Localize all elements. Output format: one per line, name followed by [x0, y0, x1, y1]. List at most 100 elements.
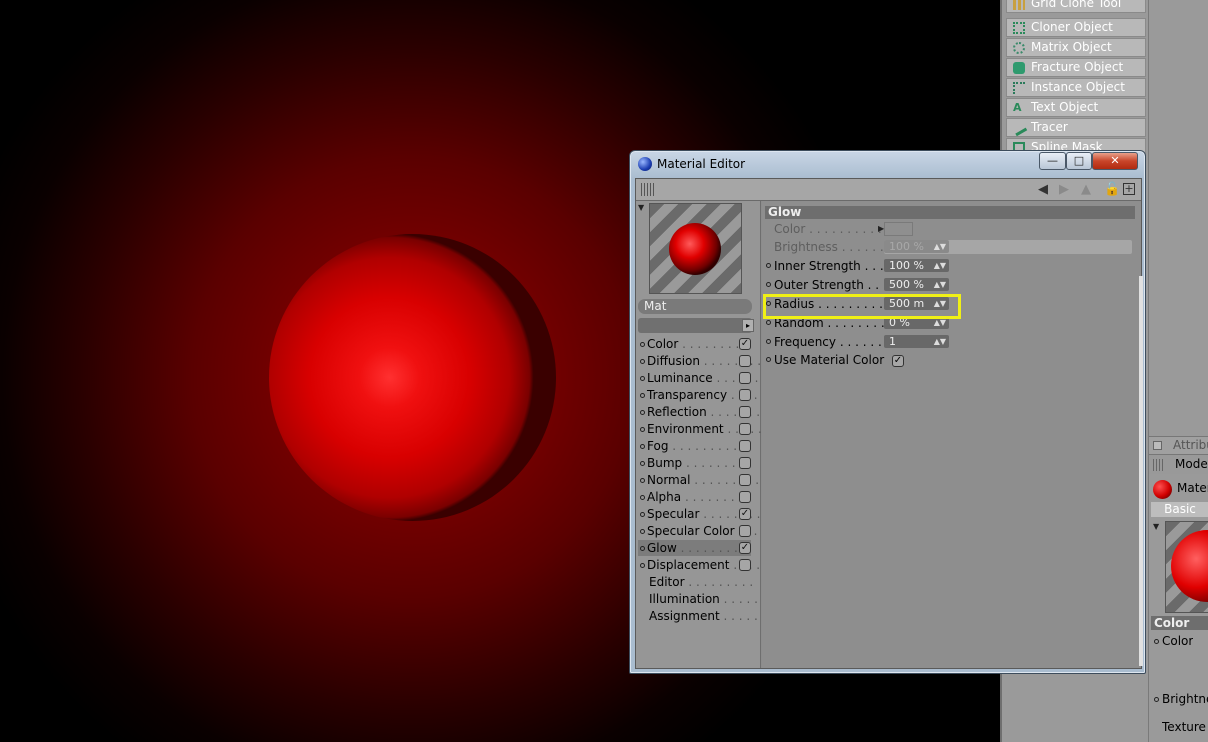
palette-item-tracer[interactable]: Tracer	[1006, 118, 1146, 137]
outer-strength-input[interactable]: 500 % ▲▼	[884, 278, 949, 291]
maximize-button[interactable]: □	[1066, 152, 1092, 170]
channel-item-assignment[interactable]: Assignment . . . . . . . . .	[638, 608, 788, 624]
channel-checkbox[interactable]	[739, 423, 751, 435]
collapse-arrow-icon[interactable]: ▼	[1153, 522, 1159, 531]
close-button[interactable]: ✕	[1092, 152, 1138, 170]
animation-dot-icon[interactable]	[766, 357, 771, 362]
palette-item-matrix-object[interactable]: Matrix Object	[1006, 38, 1146, 57]
channel-item-diffusion[interactable]: Diffusion . . . . . . . . .	[638, 353, 769, 369]
animation-dot-icon[interactable]	[766, 263, 771, 268]
animation-dot-icon[interactable]	[766, 320, 771, 325]
channel-checkbox[interactable]	[739, 525, 751, 537]
palette-item-label: Matrix Object	[1031, 40, 1112, 54]
back-arrow-icon[interactable]: ◀	[1038, 183, 1048, 197]
animation-dot-icon[interactable]	[640, 460, 645, 466]
palette-item-text-object[interactable]: A Text Object	[1006, 98, 1146, 117]
spinner-icon[interactable]: ▲▼	[934, 259, 946, 272]
scrollbar[interactable]	[1139, 276, 1143, 666]
channel-item-normal[interactable]: Normal . . . . . . . . .	[638, 472, 759, 488]
animation-dot-icon[interactable]	[640, 562, 645, 568]
channel-item-alpha[interactable]: Alpha . . . . . . . . .	[638, 489, 751, 505]
animation-dot-icon[interactable]	[640, 528, 645, 534]
channel-item-luminance[interactable]: Luminance . . . . . . . . .	[638, 370, 781, 386]
channel-checkbox[interactable]	[739, 491, 751, 503]
color-swatch[interactable]	[884, 222, 913, 236]
channel-checkbox[interactable]: ✓	[739, 508, 751, 520]
channel-item-bump[interactable]: Bump . . . . . . . . .	[638, 455, 751, 471]
property-row-color: Color . . . . . . . . . . . ▶	[766, 220, 1136, 238]
animation-dot-icon[interactable]	[766, 282, 771, 287]
material-name-field[interactable]: Mat	[638, 299, 752, 314]
property-row-outer-strength: Outer Strength . . . . . 500 % ▲▼	[766, 276, 1136, 294]
channel-item-illumination[interactable]: Illumination . . . . . . . . .	[638, 591, 788, 607]
channel-checkbox[interactable]	[739, 440, 751, 452]
spinner-icon[interactable]: ▲▼	[934, 240, 946, 253]
channel-checkbox[interactable]	[739, 355, 751, 367]
channel-label: Assignment	[649, 609, 720, 623]
spinner-icon[interactable]: ▲▼	[934, 335, 946, 348]
property-label-color: Color	[774, 222, 806, 236]
mode-menu[interactable]: Mode	[1175, 457, 1208, 471]
palette-item-instance-object[interactable]: Instance Object	[1006, 78, 1146, 97]
channel-checkbox[interactable]	[739, 389, 751, 401]
use-material-color-checkbox[interactable]: ✓	[891, 354, 904, 367]
channel-checkbox[interactable]: ✓	[739, 542, 751, 554]
channel-checkbox[interactable]	[739, 406, 751, 418]
inner-strength-input[interactable]: 100 % ▲▼	[884, 259, 949, 272]
animation-dot-icon[interactable]	[1154, 639, 1159, 644]
channel-item-environment[interactable]: Environment . . . . . . . . .	[638, 421, 792, 437]
chevron-right-icon[interactable]: ▸	[742, 319, 754, 332]
channel-item-editor[interactable]: Editor . . . . . . . . .	[638, 574, 753, 590]
channel-properties-panel: Glow Color . . . . . . . . . . . ▶ Brigh…	[762, 201, 1141, 668]
palette-item-cloner-object[interactable]: Cloner Object	[1006, 18, 1146, 37]
palette-item-label: Instance Object	[1031, 80, 1125, 94]
channel-checkbox[interactable]: ✓	[739, 338, 751, 350]
animation-dot-icon[interactable]	[640, 477, 645, 483]
material-options-bar[interactable]: ▸	[638, 318, 754, 333]
attributes-tab[interactable]: Attribu	[1173, 438, 1208, 452]
channel-item-specular-color[interactable]: Specular Color . . . . . . . . .	[638, 523, 803, 539]
up-arrow-icon[interactable]: ▲	[1081, 183, 1091, 197]
cinema4d-app-icon	[638, 157, 652, 171]
spinner-icon[interactable]: ▲▼	[934, 278, 946, 291]
animation-dot-icon[interactable]	[640, 375, 645, 381]
animation-dot-icon[interactable]	[1154, 697, 1159, 702]
animation-dot-icon[interactable]	[640, 409, 645, 415]
minimize-button[interactable]: —	[1039, 152, 1066, 170]
animation-dot-icon[interactable]	[640, 511, 645, 517]
channel-item-glow[interactable]: Glow . . . . . . . . . ✓	[638, 540, 751, 556]
animation-dot-icon[interactable]	[640, 341, 645, 347]
material-preview[interactable]	[649, 203, 742, 294]
channel-checkbox[interactable]	[739, 372, 751, 384]
channel-label: Color	[647, 337, 679, 351]
animation-dot-icon[interactable]	[640, 426, 645, 432]
channel-checkbox[interactable]	[739, 474, 751, 486]
animation-dot-icon[interactable]	[640, 443, 645, 449]
lock-icon[interactable]: 🔓	[1104, 183, 1120, 197]
channel-checkbox[interactable]	[739, 559, 751, 571]
palette-item-fracture-object[interactable]: Fracture Object	[1006, 58, 1146, 77]
channel-item-displacement[interactable]: Displacement . . . . . . . . .	[638, 557, 798, 573]
animation-dot-icon[interactable]	[640, 545, 645, 551]
animation-dot-icon[interactable]	[766, 339, 771, 344]
channel-checkbox[interactable]	[739, 457, 751, 469]
tab-basic[interactable]: Basic	[1151, 502, 1208, 517]
channel-item-color[interactable]: Color . . . . . . . . . ✓	[638, 336, 751, 352]
collapse-arrow-icon[interactable]: ▼	[638, 203, 644, 212]
new-window-icon[interactable]: +	[1123, 183, 1135, 195]
channel-item-reflection[interactable]: Reflection . . . . . . . . .	[638, 404, 775, 420]
palette-item-label: Cloner Object	[1031, 20, 1113, 34]
frequency-value: 1	[889, 335, 896, 348]
channel-item-fog[interactable]: Fog . . . . . . . . .	[638, 438, 751, 454]
channel-item-transparency[interactable]: Transparency . . . . . . . . .	[638, 387, 796, 403]
palette-item-grid-clone-tool[interactable]: Grid Clone Tool	[1006, 0, 1146, 13]
brightness-input[interactable]: 100 % ▲▼	[884, 240, 949, 253]
window-titlebar[interactable]: Material Editor — □ ✕	[630, 151, 1145, 179]
checkbox-icon[interactable]	[1153, 441, 1162, 450]
channel-item-specular[interactable]: Specular . . . . . . . . . ✓	[638, 506, 768, 522]
animation-dot-icon[interactable]	[640, 358, 645, 364]
frequency-input[interactable]: 1 ▲▼	[884, 335, 949, 348]
animation-dot-icon[interactable]	[640, 494, 645, 500]
animation-dot-icon[interactable]	[640, 392, 645, 398]
forward-arrow-icon[interactable]: ▶	[1059, 183, 1069, 197]
